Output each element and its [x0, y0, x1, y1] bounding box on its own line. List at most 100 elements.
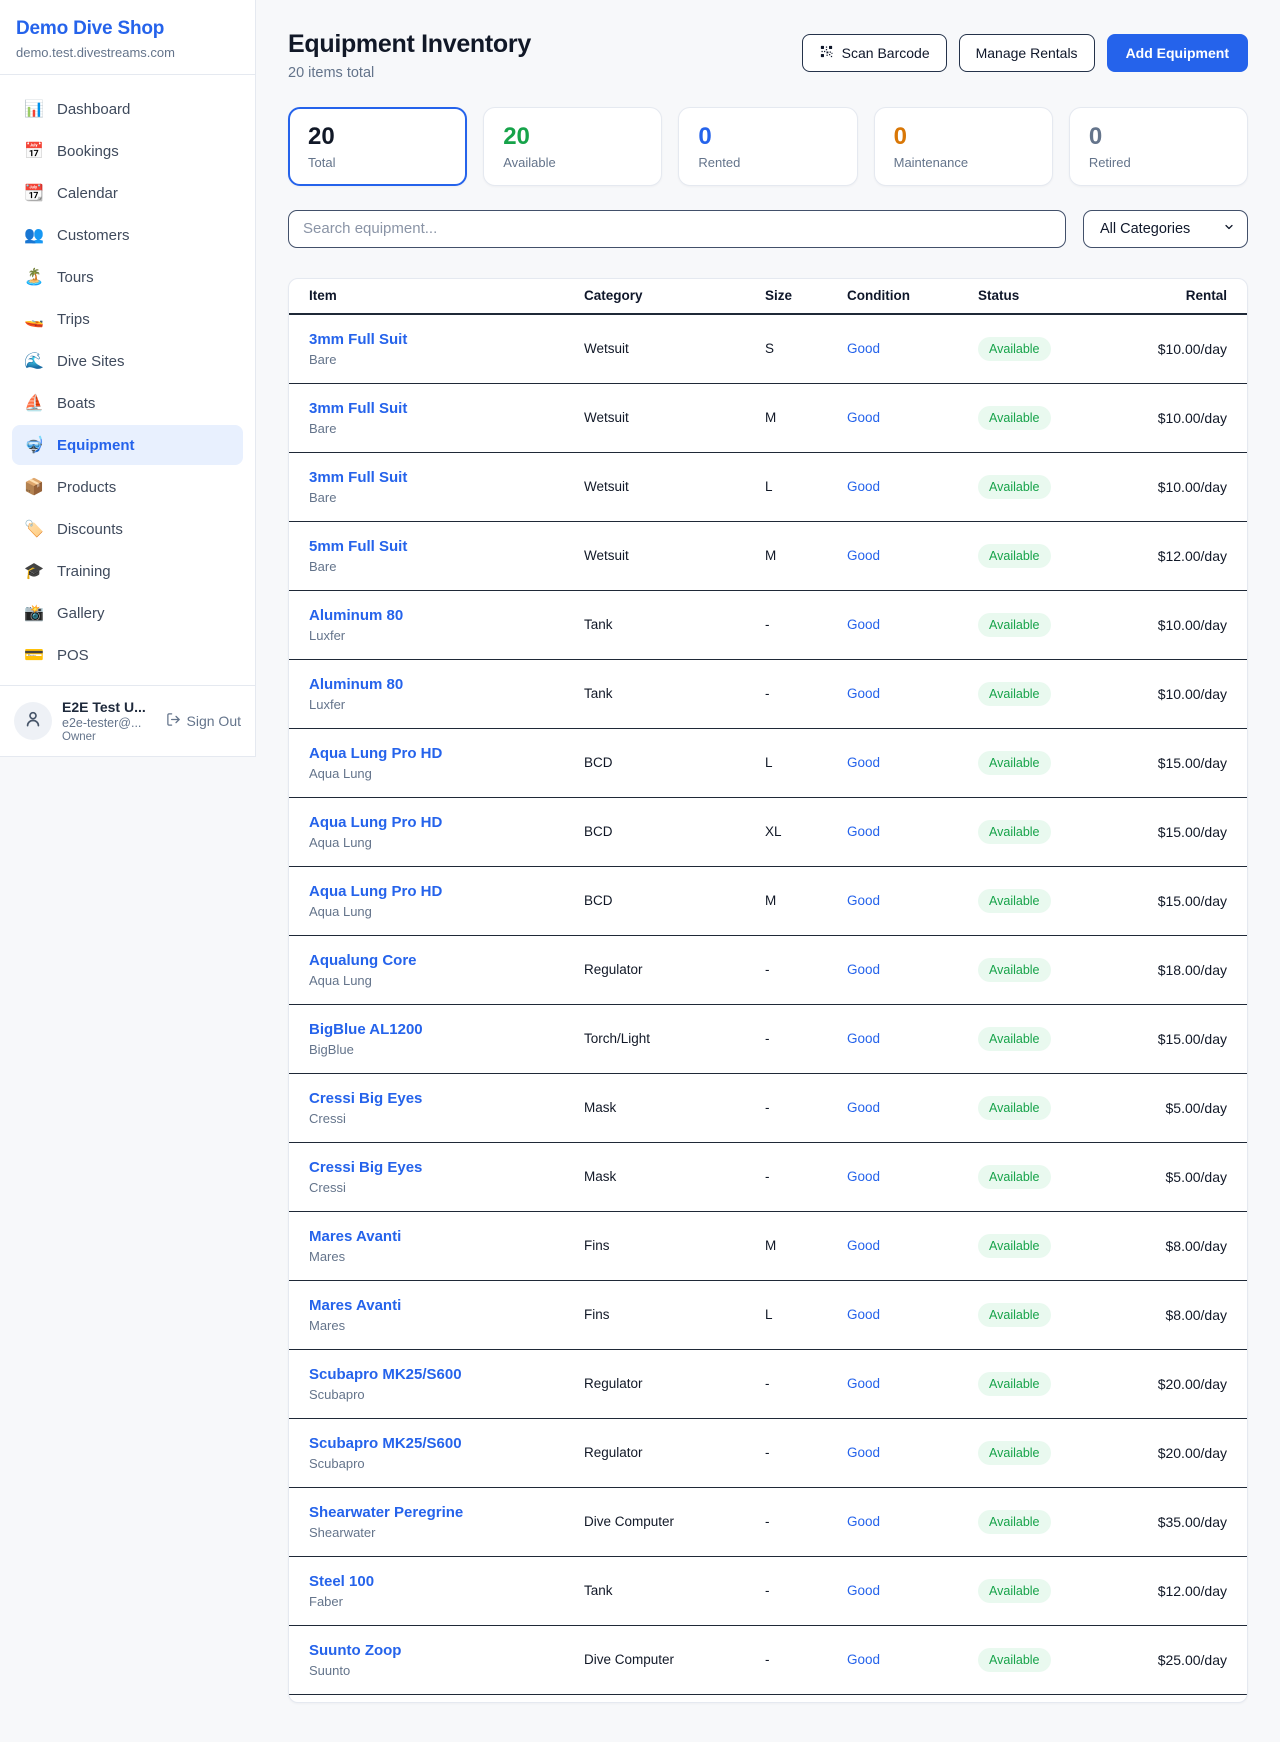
item-link[interactable]: Aqua Lung Pro HD — [309, 883, 442, 900]
condition-link[interactable]: Good — [847, 1652, 880, 1667]
item-link[interactable]: Aqua Lung Pro HD — [309, 814, 442, 831]
item-link[interactable]: Aqua Lung Pro HD — [309, 745, 442, 762]
stat-card-maintenance[interactable]: 0 Maintenance — [874, 107, 1053, 186]
condition-link[interactable]: Good — [847, 1169, 880, 1184]
item-brand: Bare — [309, 421, 584, 436]
condition-link[interactable]: Good — [847, 1514, 880, 1529]
stat-card-rented[interactable]: 0 Rented — [678, 107, 857, 186]
item-category: Fins — [584, 1238, 765, 1253]
item-status-cell: Available — [978, 889, 1109, 913]
condition-link[interactable]: Good — [847, 1583, 880, 1598]
item-link[interactable]: 3mm Full Suit — [309, 331, 407, 348]
scan-barcode-button[interactable]: Scan Barcode — [802, 34, 947, 72]
sidebar-item-trips[interactable]: 🚤 Trips — [12, 299, 243, 339]
condition-link[interactable]: Good — [847, 962, 880, 977]
item-link[interactable]: Scubapro MK25/S600 — [309, 1366, 462, 1383]
item-rental: $8.00/day — [1109, 1238, 1227, 1254]
condition-link[interactable]: Good — [847, 1376, 880, 1391]
column-header[interactable]: Rental — [1109, 288, 1227, 303]
table-row: Aqua Lung Pro HD Aqua Lung BCD XL Good A… — [289, 798, 1247, 867]
item-brand: Cressi — [309, 1111, 584, 1126]
item-category: Wetsuit — [584, 410, 765, 425]
sign-out-button[interactable]: Sign Out — [166, 712, 241, 730]
item-rental: $10.00/day — [1109, 410, 1227, 426]
sidebar-item-customers[interactable]: 👥 Customers — [12, 215, 243, 255]
sidebar-item-products[interactable]: 📦 Products — [12, 467, 243, 507]
item-brand: Faber — [309, 1594, 584, 1609]
item-link[interactable]: 5mm Full Suit — [309, 538, 407, 555]
item-link[interactable]: Scubapro MK25/S600 — [309, 1435, 462, 1452]
user-role: Owner — [62, 731, 156, 743]
sidebar-item-pos[interactable]: 💳 POS — [12, 635, 243, 675]
condition-link[interactable]: Good — [847, 1307, 880, 1322]
item-condition-cell: Good — [847, 1652, 978, 1667]
item-link[interactable]: Mares Avanti — [309, 1228, 401, 1245]
person-icon — [23, 709, 43, 734]
condition-link[interactable]: Good — [847, 893, 880, 908]
item-link[interactable]: Aluminum 80 — [309, 676, 403, 693]
item-link[interactable]: Cressi Big Eyes — [309, 1090, 422, 1107]
stat-card-total[interactable]: 20 Total — [288, 107, 467, 186]
sidebar-item-label: Boats — [57, 395, 95, 412]
sidebar-nav: 📊 Dashboard 📅 Bookings 📆 Calendar 👥 Cust… — [0, 75, 255, 685]
condition-link[interactable]: Good — [847, 548, 880, 563]
condition-link[interactable]: Good — [847, 824, 880, 839]
item-link[interactable]: BigBlue AL1200 — [309, 1021, 423, 1038]
item-link[interactable]: Cressi Big Eyes — [309, 1159, 422, 1176]
sidebar-item-training[interactable]: 🎓 Training — [12, 551, 243, 591]
condition-link[interactable]: Good — [847, 1238, 880, 1253]
category-select[interactable]: All Categories — [1083, 210, 1248, 248]
item-link[interactable]: 3mm Full Suit — [309, 400, 407, 417]
item-size: - — [765, 1169, 847, 1184]
brand-name[interactable]: Demo Dive Shop — [16, 18, 239, 40]
customers-icon: 👥 — [24, 225, 44, 245]
sidebar-item-equipment[interactable]: 🤿 Equipment — [12, 425, 243, 465]
condition-link[interactable]: Good — [847, 686, 880, 701]
status-badge: Available — [978, 1372, 1051, 1396]
sidebar-item-tours[interactable]: 🏝️ Tours — [12, 257, 243, 297]
item-link[interactable]: Shearwater Peregrine — [309, 1504, 463, 1521]
condition-link[interactable]: Good — [847, 1100, 880, 1115]
stat-card-retired[interactable]: 0 Retired — [1069, 107, 1248, 186]
stat-card-available[interactable]: 20 Available — [483, 107, 662, 186]
column-header[interactable]: Size — [765, 288, 847, 303]
column-header[interactable]: Status — [978, 288, 1109, 303]
item-brand: Aqua Lung — [309, 973, 584, 988]
search-input[interactable] — [288, 210, 1066, 248]
item-rental: $15.00/day — [1109, 1031, 1227, 1047]
condition-link[interactable]: Good — [847, 479, 880, 494]
column-header[interactable]: Item — [309, 288, 584, 303]
condition-link[interactable]: Good — [847, 341, 880, 356]
item-status-cell: Available — [978, 406, 1109, 430]
add-equipment-button[interactable]: Add Equipment — [1107, 34, 1248, 72]
item-link[interactable]: Suunto Zoop — [309, 1642, 401, 1659]
products-icon: 📦 — [24, 477, 44, 497]
sidebar-item-discounts[interactable]: 🏷️ Discounts — [12, 509, 243, 549]
manage-rentals-button[interactable]: Manage Rentals — [959, 34, 1095, 72]
item-status-cell: Available — [978, 475, 1109, 499]
sidebar-item-gallery[interactable]: 📸 Gallery — [12, 593, 243, 633]
condition-link[interactable]: Good — [847, 617, 880, 632]
item-link[interactable]: 3mm Full Suit — [309, 469, 407, 486]
sidebar-item-boats[interactable]: ⛵ Boats — [12, 383, 243, 423]
sidebar-item-label: Bookings — [57, 143, 119, 160]
condition-link[interactable]: Good — [847, 1445, 880, 1460]
condition-link[interactable]: Good — [847, 1031, 880, 1046]
sidebar-item-dive-sites[interactable]: 🌊 Dive Sites — [12, 341, 243, 381]
item-category: Regulator — [584, 1376, 765, 1391]
item-link[interactable]: Aqualung Core — [309, 952, 417, 969]
item-category: Mask — [584, 1100, 765, 1115]
sidebar-item-dashboard[interactable]: 📊 Dashboard — [12, 89, 243, 129]
status-badge: Available — [978, 889, 1051, 913]
item-link[interactable]: Aluminum 80 — [309, 607, 403, 624]
item-rental: $10.00/day — [1109, 617, 1227, 633]
item-link[interactable]: Mares Avanti — [309, 1297, 401, 1314]
column-header[interactable]: Category — [584, 288, 765, 303]
column-header[interactable]: Condition — [847, 288, 978, 303]
sidebar-item-bookings[interactable]: 📅 Bookings — [12, 131, 243, 171]
sidebar-item-calendar[interactable]: 📆 Calendar — [12, 173, 243, 213]
condition-link[interactable]: Good — [847, 410, 880, 425]
item-status-cell: Available — [978, 1579, 1109, 1603]
condition-link[interactable]: Good — [847, 755, 880, 770]
item-link[interactable]: Steel 100 — [309, 1573, 374, 1590]
